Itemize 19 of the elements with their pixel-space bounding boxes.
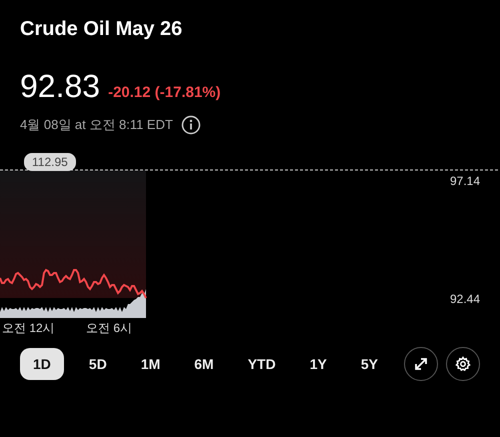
timestamp: 4월 08일 at 오전 8:11 EDT bbox=[20, 116, 173, 134]
range-tab[interactable]: 5D bbox=[80, 348, 116, 380]
range-tab[interactable]: 6M bbox=[185, 348, 223, 380]
range-tab[interactable]: YTD bbox=[238, 348, 285, 380]
axis-label: 97.14 bbox=[450, 172, 480, 190]
page-title: Crude Oil May 26 bbox=[19, 17, 184, 42]
axis-label: 오전 6시 bbox=[86, 320, 132, 336]
expand-icon[interactable] bbox=[404, 346, 438, 380]
range-tab[interactable]: 1M bbox=[132, 348, 170, 380]
axis-label: 92.44 bbox=[450, 290, 480, 308]
info-icon[interactable] bbox=[180, 114, 201, 134]
settings-icon[interactable] bbox=[446, 346, 480, 380]
previous-close-label: 112.95 bbox=[24, 152, 76, 170]
price: 92.83 bbox=[20, 70, 100, 102]
price-change: -20.12 (-17.81%) bbox=[108, 83, 221, 103]
range-tab[interactable]: 1Y bbox=[300, 348, 336, 380]
range-tab[interactable]: 5Y bbox=[352, 348, 387, 380]
axis-label: 오전 12시 bbox=[2, 320, 55, 336]
range-tab[interactable]: 1D bbox=[20, 348, 64, 380]
